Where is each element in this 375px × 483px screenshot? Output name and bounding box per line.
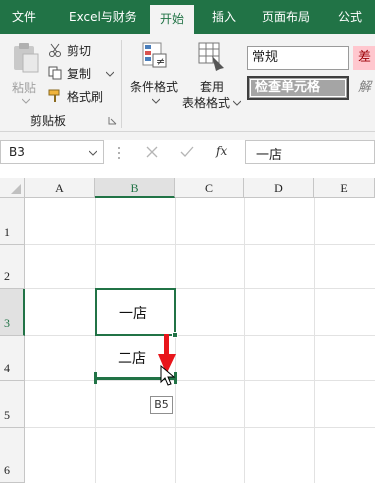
formula-content: 一店 bbox=[256, 148, 283, 163]
row-number: 6 bbox=[4, 463, 10, 477]
row-header-6[interactable]: 6 bbox=[0, 428, 25, 483]
style-bad[interactable]: 差 bbox=[353, 46, 375, 70]
tab-formulas[interactable]: 公式 bbox=[338, 0, 362, 34]
format-painter-icon bbox=[48, 89, 60, 102]
table-icon bbox=[198, 42, 224, 71]
column-header-b[interactable]: B bbox=[95, 178, 175, 198]
row-header-3[interactable]: 3 bbox=[0, 289, 25, 336]
cut-label: 剪切 bbox=[67, 44, 92, 58]
paste-icon bbox=[14, 43, 39, 73]
ribbon-tab-bar: 文件 Excel与财务 开始 插入 页面布局 公式 bbox=[0, 0, 375, 34]
cut-button[interactable]: 剪切 bbox=[48, 42, 108, 60]
copy-label: 复制 bbox=[67, 67, 92, 81]
paste-label: 粘贴 bbox=[12, 81, 37, 95]
gridline bbox=[25, 335, 375, 336]
chevron-down-icon bbox=[89, 150, 97, 156]
gridline bbox=[244, 198, 245, 483]
cancel-icon[interactable] bbox=[146, 146, 158, 158]
format-as-table-label-2: 表格格式 bbox=[182, 96, 231, 110]
row-header-1[interactable]: 1 bbox=[0, 198, 25, 245]
format-painter-button[interactable]: 格式刷 bbox=[48, 88, 108, 106]
column-header-e[interactable]: E bbox=[314, 178, 375, 198]
row-number: 3 bbox=[4, 316, 10, 330]
chevron-down-icon bbox=[106, 71, 114, 77]
drag-tooltip: B5 bbox=[150, 396, 173, 414]
gridline bbox=[25, 244, 375, 245]
drag-outline-left-cap bbox=[94, 372, 97, 384]
tab-file[interactable]: 文件 bbox=[12, 0, 36, 34]
row-header-5[interactable]: 5 bbox=[0, 381, 25, 428]
format-as-table-label-1: 套用 bbox=[200, 80, 225, 94]
row-header-4[interactable]: 4 bbox=[0, 336, 25, 381]
gridline bbox=[25, 288, 375, 289]
style-normal[interactable]: 常规 bbox=[247, 46, 349, 70]
format-as-table-button[interactable]: 套用 表格格式 bbox=[180, 38, 244, 112]
column-header-c[interactable]: C bbox=[175, 178, 244, 198]
row-number: 5 bbox=[4, 408, 10, 422]
dialog-launcher-icon[interactable] bbox=[108, 116, 117, 125]
style-explanatory[interactable]: 解 bbox=[353, 76, 375, 100]
tab-excel-finance[interactable]: Excel与财务 bbox=[69, 0, 137, 34]
cell-b4-value: 二店 bbox=[118, 351, 146, 367]
select-all-corner[interactable] bbox=[0, 178, 25, 198]
row-number: 4 bbox=[4, 361, 10, 375]
separator bbox=[121, 40, 122, 128]
chevron-down-icon bbox=[22, 98, 30, 104]
gridline bbox=[25, 427, 375, 428]
conditional-format-icon: ≠ bbox=[142, 42, 167, 68]
chevron-down-icon bbox=[233, 100, 241, 106]
drag-handle-icon[interactable] bbox=[117, 146, 121, 160]
select-all-icon bbox=[11, 184, 21, 194]
formula-bar-area: B3 fx 一店 bbox=[0, 132, 375, 178]
name-box-value: B3 bbox=[9, 145, 25, 159]
gridline bbox=[314, 198, 315, 483]
tab-insert[interactable]: 插入 bbox=[212, 0, 236, 34]
copy-icon bbox=[48, 66, 62, 80]
insert-function-icon[interactable]: fx bbox=[216, 144, 227, 158]
enter-icon[interactable] bbox=[180, 146, 194, 158]
formula-input[interactable]: 一店 bbox=[245, 140, 375, 164]
ribbon-home: 粘贴 剪切 复制 格式刷 剪贴板 ≠ 条件格式 套用 表格格式 常规 检查单元格… bbox=[0, 34, 375, 132]
gridline bbox=[25, 380, 375, 381]
column-header-a[interactable]: A bbox=[25, 178, 95, 198]
copy-button[interactable]: 复制 bbox=[48, 65, 118, 83]
cell-b3[interactable]: 一店 bbox=[95, 288, 176, 336]
clipboard-group-label: 剪贴板 bbox=[30, 114, 67, 128]
name-box[interactable]: B3 bbox=[0, 140, 104, 164]
scissors-icon bbox=[49, 43, 61, 57]
column-header-d[interactable]: D bbox=[244, 178, 314, 198]
format-painter-label: 格式刷 bbox=[67, 90, 104, 104]
row-header-2[interactable]: 2 bbox=[0, 245, 25, 289]
svg-text:≠: ≠ bbox=[156, 55, 165, 68]
conditional-format-button[interactable]: ≠ 条件格式 bbox=[126, 38, 182, 110]
conditional-format-label: 条件格式 bbox=[130, 80, 179, 94]
tab-page-layout[interactable]: 页面布局 bbox=[262, 0, 310, 34]
spacer bbox=[0, 132, 375, 140]
chevron-down-icon bbox=[152, 98, 160, 104]
mouse-pointer-icon bbox=[160, 365, 176, 386]
paste-button[interactable]: 粘贴 bbox=[6, 38, 44, 108]
style-check-cell[interactable]: 检查单元格 bbox=[247, 76, 349, 100]
row-number: 1 bbox=[4, 225, 10, 239]
cell-b3-value: 一店 bbox=[119, 306, 147, 322]
worksheet-grid[interactable]: A B C D E 1 2 3 4 5 6 一店 二店 B5 bbox=[0, 178, 375, 483]
row-number: 2 bbox=[4, 269, 10, 283]
tab-home[interactable]: 开始 bbox=[150, 5, 195, 34]
